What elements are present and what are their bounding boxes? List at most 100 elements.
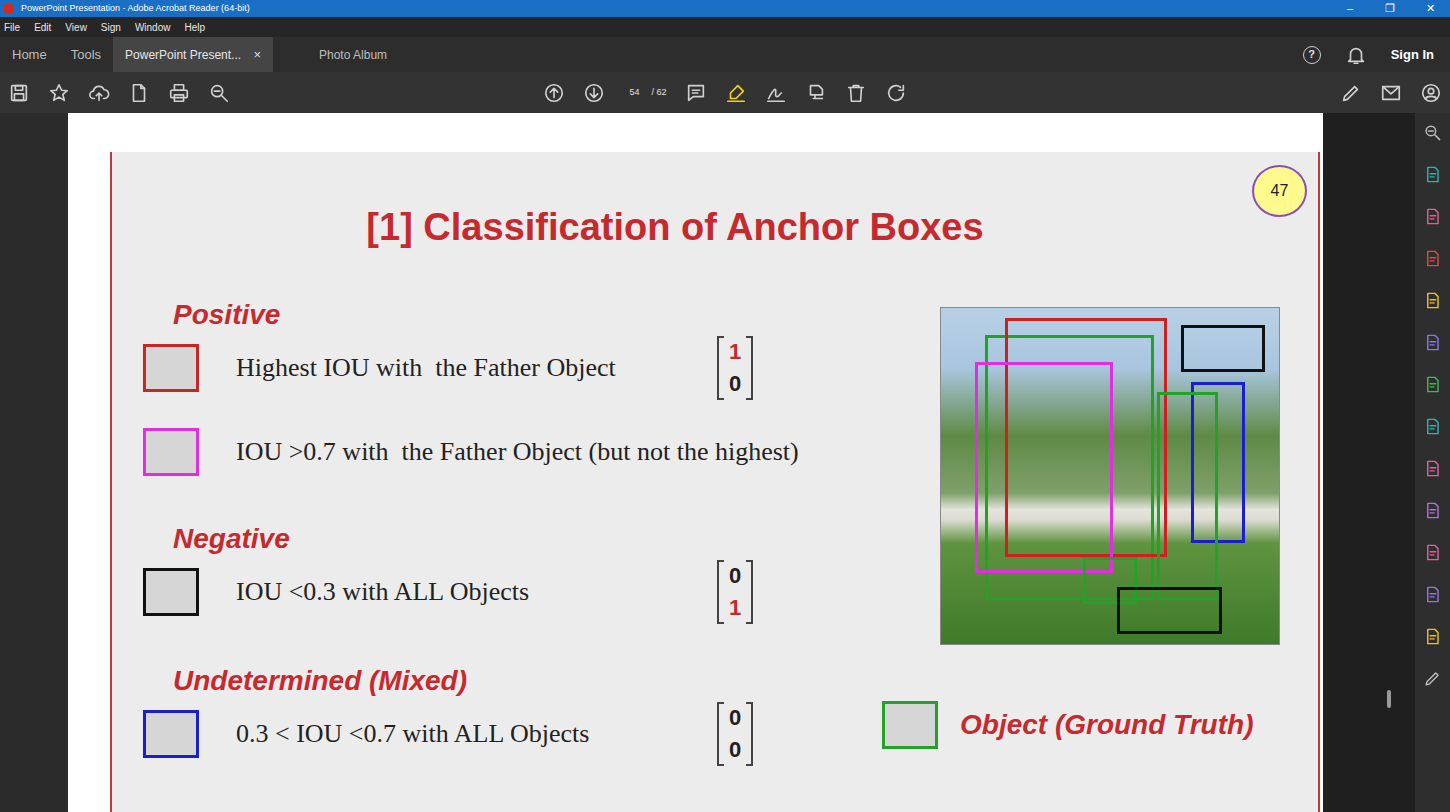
toolbar-right <box>907 82 1443 104</box>
tool-icon[interactable] <box>1423 585 1442 604</box>
comment-icon[interactable] <box>685 82 707 104</box>
anchor-box <box>1181 325 1266 372</box>
zoom-out-icon[interactable] <box>208 82 230 104</box>
rule-text: 0.3 < IOU <0.7 with ALL Objects <box>236 718 680 750</box>
trash-icon[interactable] <box>845 82 867 104</box>
bracket-left <box>717 336 724 400</box>
tool-icon[interactable] <box>1423 165 1442 184</box>
tool-icon[interactable] <box>1423 417 1442 436</box>
menu-item[interactable]: Sign <box>101 20 121 35</box>
rotate-icon[interactable] <box>885 82 907 104</box>
tab[interactable]: PowerPoint Present... × <box>113 37 273 72</box>
minimize-button[interactable]: – <box>1330 0 1370 17</box>
left-gutter <box>0 113 68 812</box>
acrobat-icon <box>4 4 13 13</box>
menu-item[interactable]: View <box>65 20 87 35</box>
window-title: PowerPoint Presentation - Adobe Acrobat … <box>21 2 1330 16</box>
bracket-right <box>746 560 753 624</box>
tab-bar: Home Tools PowerPoint Present... × Photo Alb… <box>0 37 1450 72</box>
anchor-swatch <box>143 344 199 392</box>
figure-column: Object (Ground Truth) <box>882 250 1318 806</box>
scrollbar-thumb[interactable] <box>1387 690 1391 708</box>
menu-bar: File Edit View Sign Window Help <box>0 17 1450 37</box>
toolbar-left <box>8 82 543 104</box>
pen-icon[interactable] <box>1340 82 1362 104</box>
anchor-swatch <box>143 710 199 758</box>
anchor-rule: IOU <0.3 with ALL Objects01 <box>143 560 882 624</box>
menu-item[interactable]: Help <box>184 20 205 35</box>
account-area: ? Sign In <box>1303 44 1450 66</box>
page-total: / 62 <box>651 86 666 100</box>
toolbar-center: 54 / 62 <box>543 82 906 104</box>
anchor-rule: IOU >0.7 with the Father Object (but not… <box>143 422 882 482</box>
class-group: Undetermined (Mixed) 0.3 < IOU <0.7 with … <box>143 664 882 766</box>
highlighter-icon[interactable] <box>725 82 747 104</box>
page-field: 54 / 62 <box>623 86 666 100</box>
zoom-icon[interactable] <box>1423 123 1442 142</box>
signature-icon[interactable] <box>765 82 787 104</box>
slide-title: [1] Classification of Anchor Boxes <box>112 204 1318 250</box>
vector-value: 1 <box>729 339 741 365</box>
cloud-upload-icon[interactable] <box>88 82 110 104</box>
mail-icon[interactable] <box>1380 82 1402 104</box>
tool-icon[interactable] <box>1423 543 1442 562</box>
save-icon[interactable] <box>8 82 30 104</box>
previous-page-icon[interactable] <box>543 82 565 104</box>
menu-item[interactable]: Window <box>135 20 171 35</box>
anchor-box <box>1191 382 1245 543</box>
tab[interactable]: Home <box>0 37 59 72</box>
menu-item[interactable]: Edit <box>34 20 51 35</box>
anchor-swatch <box>143 568 199 616</box>
rule-text: Highest IOU with the Father Object <box>236 352 680 384</box>
pdf-page: 47[1] Classification of Anchor BoxesPosi… <box>68 113 1323 812</box>
star-icon[interactable] <box>48 82 70 104</box>
class-group: NegativeIOU <0.3 with ALL Objects01 <box>143 522 882 624</box>
tool-icon[interactable] <box>1423 333 1442 352</box>
page-input[interactable]: 54 <box>623 86 645 100</box>
scroll-area <box>1323 113 1415 812</box>
tool-icon[interactable] <box>1423 249 1442 268</box>
tool-icon[interactable] <box>1423 627 1442 646</box>
tab-close-button[interactable]: × <box>253 45 261 65</box>
restore-button[interactable]: ❐ <box>1370 0 1410 17</box>
legend: Object (Ground Truth) <box>882 701 1318 749</box>
bracket-right <box>746 336 753 400</box>
tool-icon[interactable] <box>1423 501 1442 520</box>
tab[interactable]: Tools <box>59 37 113 72</box>
tab-label: PowerPoint Present... <box>125 46 241 64</box>
classification-list: PositiveHighest IOU with the Father Obje… <box>112 250 882 806</box>
account-icon[interactable] <box>1420 82 1442 104</box>
stamp-icon[interactable] <box>805 82 827 104</box>
menu-item[interactable]: File <box>4 20 20 35</box>
bracket-left <box>717 702 724 766</box>
help-button[interactable]: ? <box>1303 46 1321 64</box>
anchor-rule: Highest IOU with the Father Object 1 0 <box>143 336 882 400</box>
document-area: 47[1] Classification of Anchor BoxesPosi… <box>0 113 1450 812</box>
bell-icon[interactable] <box>1345 44 1367 66</box>
vector-value: 0 <box>729 371 741 397</box>
tab-label: Photo Album <box>319 46 387 64</box>
close-button[interactable]: ✕ <box>1410 0 1450 17</box>
tab-label: Tools <box>71 45 101 65</box>
anchor-box <box>1005 318 1167 557</box>
tool-icon[interactable] <box>1423 207 1442 226</box>
window-controls: –❐✕ <box>1330 0 1450 17</box>
tool-icon[interactable] <box>1423 459 1442 478</box>
group-heading: Undetermined (Mixed) <box>173 664 882 698</box>
tool-icon[interactable] <box>1423 291 1442 310</box>
bracket-left <box>717 560 724 624</box>
tool-icon[interactable] <box>1423 669 1442 688</box>
sign-in-button[interactable]: Sign In <box>1391 45 1434 65</box>
anchor-box <box>1157 392 1218 600</box>
vector-values: 01 <box>724 560 746 624</box>
tool-icon[interactable] <box>1423 375 1442 394</box>
title-bar: PowerPoint Presentation - Adobe Acrobat … <box>0 0 1450 17</box>
anchor-box <box>1083 557 1137 604</box>
next-page-icon[interactable] <box>583 82 605 104</box>
printer-icon[interactable] <box>168 82 190 104</box>
rule-text: IOU >0.7 with the Father Object (but not… <box>236 436 799 468</box>
vector-value: 1 <box>729 595 741 621</box>
class-group: PositiveHighest IOU with the Father Obje… <box>143 298 882 482</box>
file-icon[interactable] <box>128 82 150 104</box>
tab[interactable]: Photo Album <box>273 37 433 72</box>
